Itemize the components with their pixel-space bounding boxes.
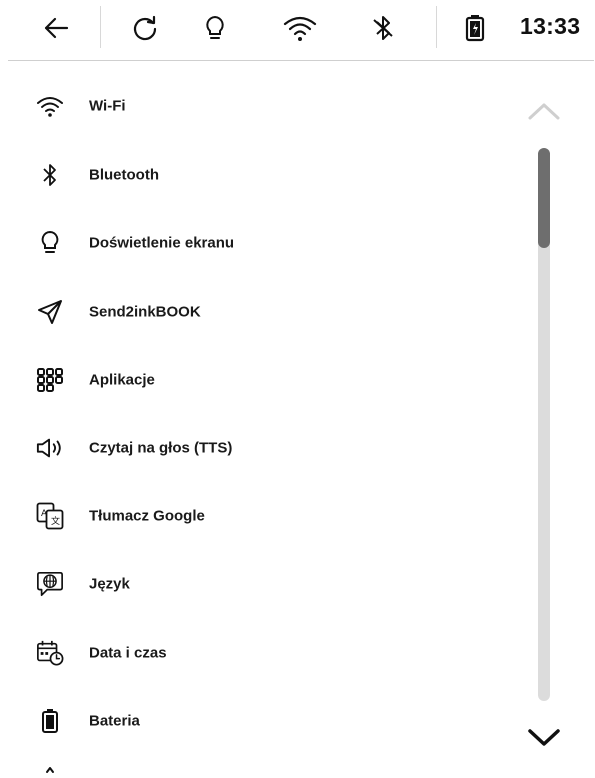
svg-text:文: 文 [51, 515, 60, 527]
scroll-up-chevron-icon[interactable] [524, 96, 564, 126]
settings-item-wifi[interactable]: Wi-Fi [0, 76, 510, 136]
lightbulb-icon[interactable] [197, 10, 233, 46]
bluetooth-icon [36, 161, 64, 189]
settings-item-label: Bluetooth [89, 166, 159, 184]
apps-grid-icon [36, 366, 64, 394]
settings-item-date-time[interactable]: Data i czas [0, 623, 510, 683]
settings-item-label: Aplikacje [89, 371, 155, 389]
settings-item-apps[interactable]: Aplikacje [0, 350, 510, 410]
lightbulb-icon [36, 229, 64, 257]
settings-item-tts[interactable]: Czytaj na głos (TTS) [0, 418, 510, 478]
back-arrow-icon[interactable] [38, 10, 74, 46]
settings-item-battery[interactable]: Bateria [0, 691, 510, 751]
partial-next-item-icon [36, 764, 64, 778]
scroll-down-chevron-icon[interactable] [524, 722, 564, 752]
bluetooth-off-icon[interactable] [365, 10, 401, 46]
settings-item-label: Doświetlenie ekranu [89, 234, 235, 252]
send-icon [36, 298, 64, 326]
calendar-clock-icon [36, 639, 64, 667]
status-bar: 13:33 [0, 0, 595, 58]
settings-item-google-translate[interactable]: A文 Tłumacz Google [0, 486, 510, 546]
status-divider [100, 6, 101, 48]
battery-charging-icon[interactable] [457, 10, 493, 46]
scrollbar-thumb[interactable] [538, 148, 550, 248]
header-divider [8, 60, 594, 61]
settings-item-language[interactable]: Język [0, 554, 510, 614]
settings-item-label: Język [89, 575, 130, 593]
settings-item-screen-light[interactable]: Doświetlenie ekranu [0, 213, 510, 273]
status-divider [436, 6, 437, 48]
language-globe-icon [36, 570, 64, 598]
settings-item-label: Data i czas [89, 644, 167, 662]
translate-icon: A文 [36, 502, 64, 530]
wifi-icon[interactable] [282, 10, 318, 46]
speaker-icon [36, 434, 64, 462]
settings-item-label: Bateria [89, 712, 140, 730]
settings-item-label: Tłumacz Google [89, 507, 205, 525]
settings-item-label: Czytaj na głos (TTS) [89, 439, 233, 457]
battery-icon [36, 707, 64, 735]
svg-text:A: A [41, 509, 48, 519]
sync-icon[interactable] [127, 10, 163, 46]
settings-item-send2inkbook[interactable]: Send2inkBOOK [0, 282, 510, 342]
settings-item-label: Send2inkBOOK [89, 303, 201, 321]
settings-item-bluetooth[interactable]: Bluetooth [0, 145, 510, 205]
wifi-icon [36, 92, 64, 120]
clock: 13:33 [520, 13, 581, 39]
scrollbar-track[interactable] [538, 148, 550, 701]
settings-item-label: Wi-Fi [89, 97, 126, 115]
